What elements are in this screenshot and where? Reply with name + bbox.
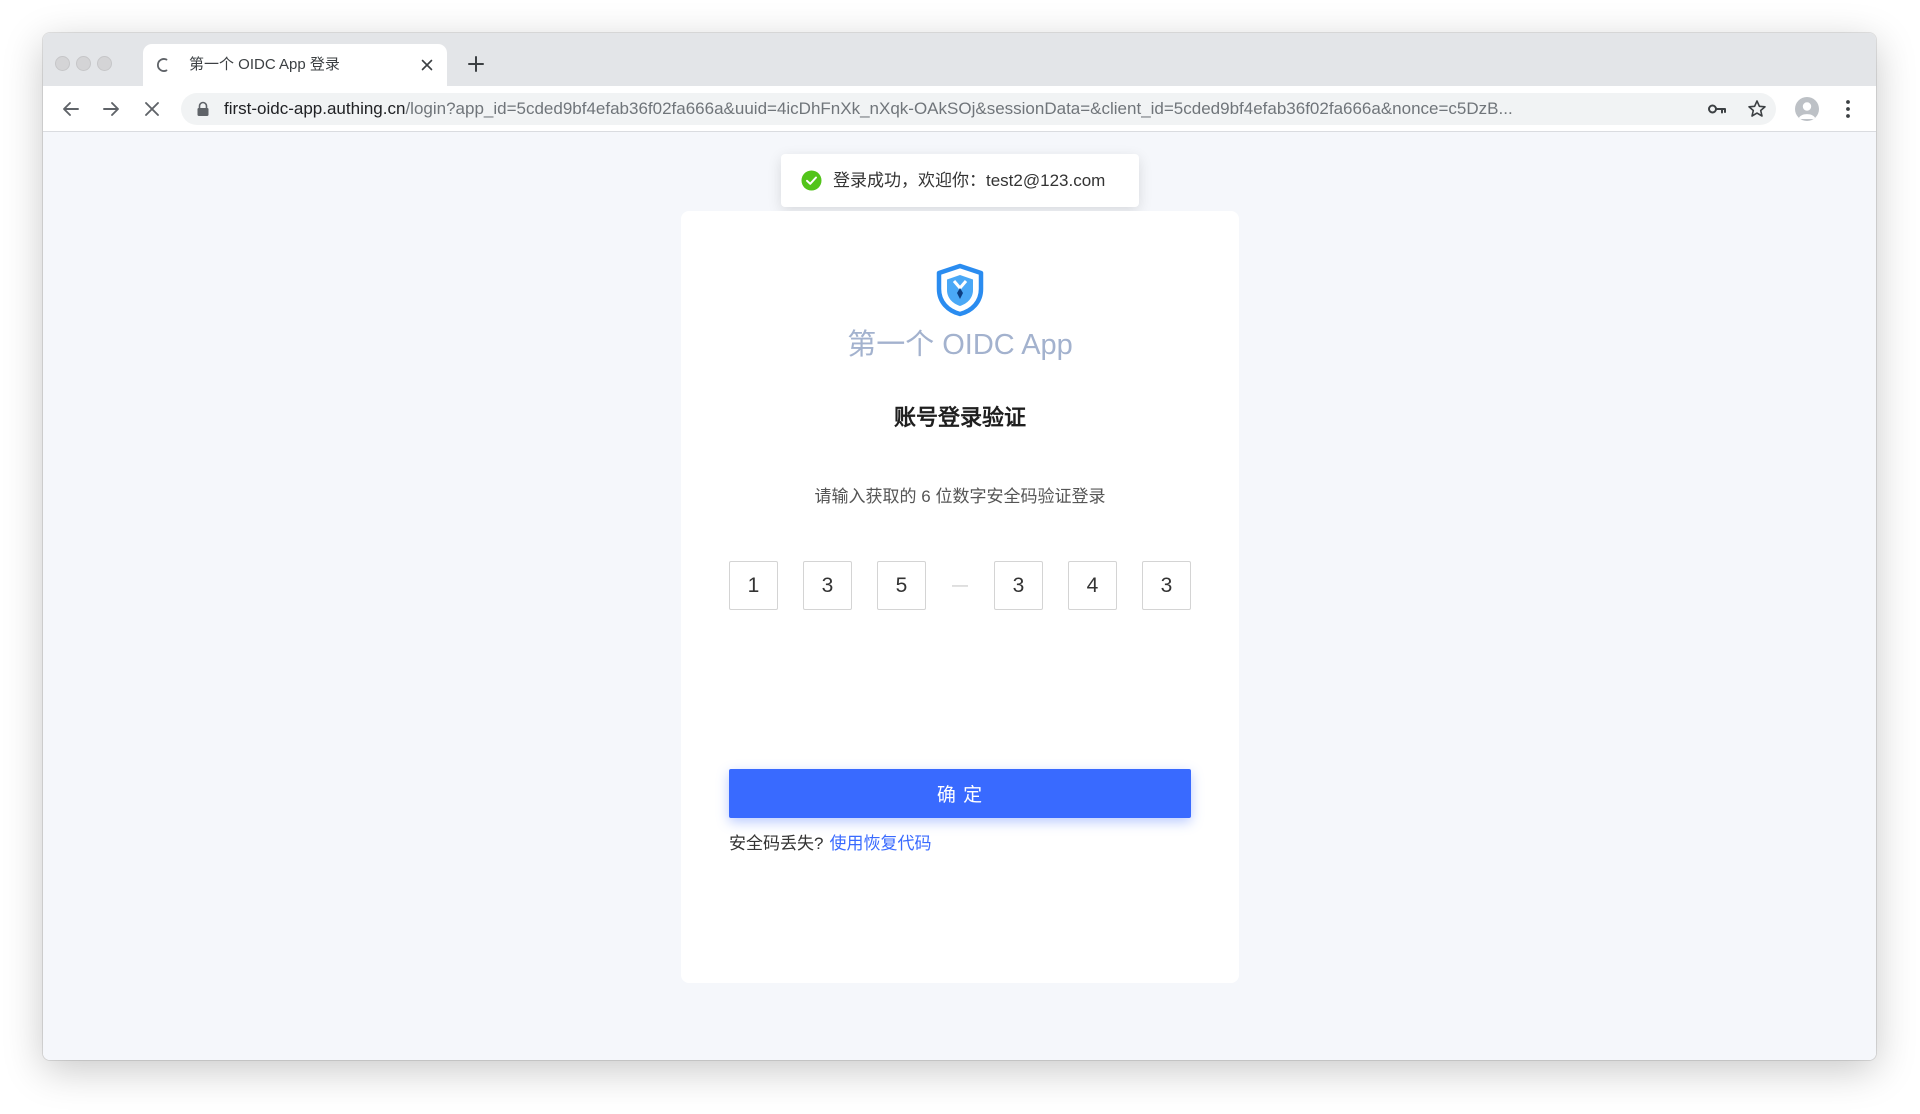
lost-code-text: 安全码丢失? bbox=[729, 834, 824, 853]
browser-window: 第一个 OIDC App 登录 first-oidc-app.authing.c bbox=[43, 33, 1876, 1060]
address-bar[interactable]: first-oidc-app.authing.cn/login?app_id=5… bbox=[181, 93, 1776, 125]
check-circle-icon bbox=[801, 170, 822, 191]
arrow-right-icon[interactable] bbox=[100, 98, 122, 120]
window-minimize-button[interactable] bbox=[76, 56, 91, 71]
window-close-button[interactable] bbox=[55, 56, 70, 71]
code-digit-input-1[interactable] bbox=[729, 561, 778, 610]
confirm-button[interactable]: 确 定 bbox=[729, 769, 1191, 818]
url-path: /login?app_id=5cded9bf4efab36f02fa666a&u… bbox=[405, 99, 1513, 118]
code-digit-input-5[interactable] bbox=[1068, 561, 1117, 610]
page-content: 登录成功，欢迎你：test2@123.com 第一个 OIDC App 账号登录… bbox=[43, 132, 1876, 1060]
plus-icon[interactable] bbox=[466, 54, 486, 74]
arrow-left-icon[interactable] bbox=[60, 98, 82, 120]
tab-title: 第一个 OIDC App 登录 bbox=[189, 56, 340, 73]
use-recovery-code-link[interactable]: 使用恢复代码 bbox=[829, 834, 931, 853]
code-separator: — bbox=[952, 577, 968, 594]
login-verification-card: 第一个 OIDC App 账号登录验证 请输入获取的 6 位数字安全码验证登录 … bbox=[681, 211, 1239, 983]
key-icon[interactable] bbox=[1707, 100, 1727, 118]
toast-message: 登录成功，欢迎你：test2@123.com bbox=[833, 171, 1106, 190]
loading-spinner-icon bbox=[156, 58, 168, 72]
url-domain: first-oidc-app.authing.cn bbox=[224, 99, 406, 118]
lost-code-row: 安全码丢失? 使用恢复代码 bbox=[729, 832, 931, 856]
shield-logo-icon bbox=[936, 263, 984, 317]
success-toast: 登录成功，欢迎你：test2@123.com bbox=[781, 154, 1139, 207]
code-digit-input-4[interactable] bbox=[994, 561, 1043, 610]
window-zoom-button[interactable] bbox=[97, 56, 112, 71]
stop-icon[interactable] bbox=[141, 98, 163, 120]
instruction-text: 请输入获取的 6 位数字安全码验证登录 bbox=[814, 487, 1106, 506]
avatar-icon[interactable] bbox=[1795, 97, 1819, 121]
star-icon[interactable] bbox=[1747, 99, 1767, 119]
code-digit-input-3[interactable] bbox=[877, 561, 926, 610]
close-icon[interactable] bbox=[419, 57, 435, 73]
lock-icon[interactable] bbox=[196, 101, 210, 117]
app-name: 第一个 OIDC App bbox=[847, 329, 1073, 361]
url-text[interactable]: first-oidc-app.authing.cn/login?app_id=5… bbox=[224, 93, 1694, 125]
code-digit-input-2[interactable] bbox=[803, 561, 852, 610]
browser-toolbar: first-oidc-app.authing.cn/login?app_id=5… bbox=[43, 86, 1876, 132]
kebab-menu-icon[interactable] bbox=[1840, 98, 1856, 120]
page-title: 账号登录验证 bbox=[893, 405, 1026, 430]
tab-active[interactable]: 第一个 OIDC App 登录 bbox=[143, 44, 447, 86]
code-digit-input-6[interactable] bbox=[1142, 561, 1191, 610]
tab-strip: 第一个 OIDC App 登录 bbox=[43, 33, 1876, 86]
